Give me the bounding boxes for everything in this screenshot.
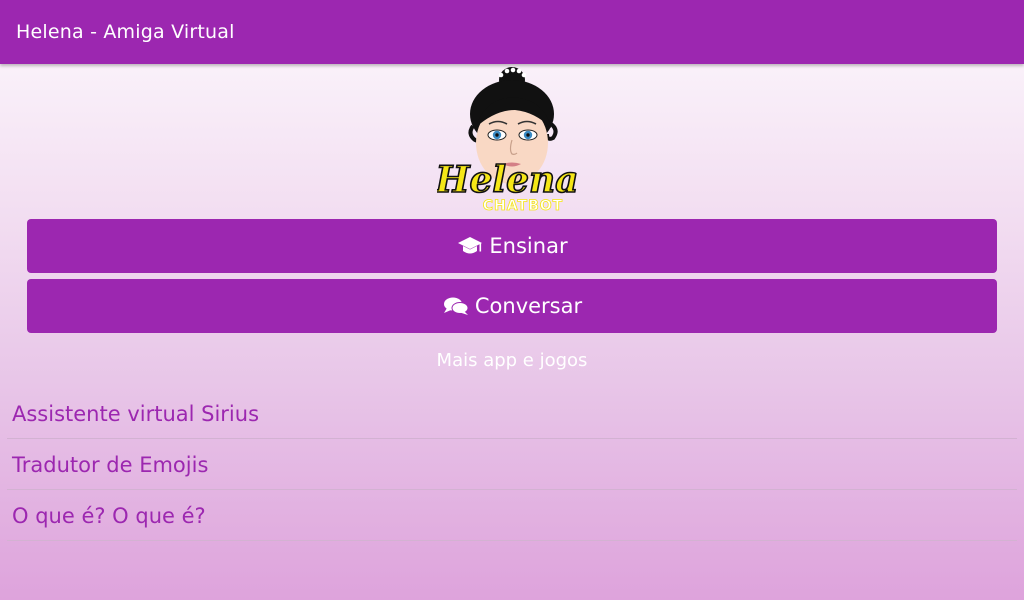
list-item-label: O que é? O que é? [12,504,206,528]
graduation-cap-icon [456,235,484,257]
list-item-label: Tradutor de Emojis [12,453,209,477]
more-apps-title: Mais app e jogos [436,350,588,371]
teach-button[interactable]: Ensinar [27,219,997,273]
list-item-emoji-translator[interactable]: Tradutor de Emojis [7,439,1017,490]
list-item-sirius[interactable]: Assistente virtual Sirius [7,388,1017,439]
chat-bubbles-icon [442,295,470,317]
list-item-riddles[interactable]: O que é? O que é? [7,490,1017,541]
more-apps-list: Assistente virtual Sirius Tradutor de Em… [7,388,1017,541]
chat-button[interactable]: Conversar [27,279,997,333]
logo-name: Helena [437,159,579,201]
teach-button-label: Ensinar [489,234,568,258]
list-item-label: Assistente virtual Sirius [12,402,260,426]
chat-button-label: Conversar [474,294,583,318]
app-bar: Helena - Amiga Virtual [0,0,1024,64]
logo-tagline: CHATBOT [483,198,563,214]
helena-chatbot-logo: Helena CHATBOT [437,67,579,214]
app-title: Helena - Amiga Virtual [16,21,235,43]
